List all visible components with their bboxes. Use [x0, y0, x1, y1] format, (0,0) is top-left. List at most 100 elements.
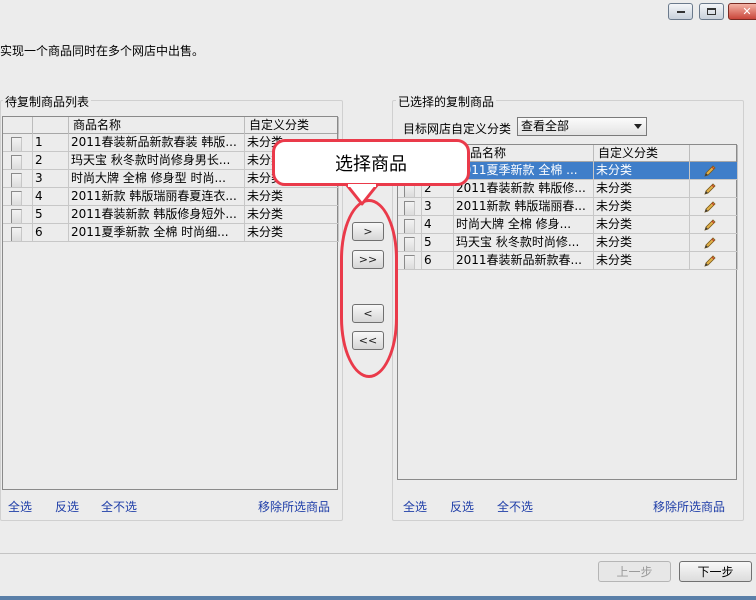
row-checkbox[interactable]	[11, 227, 22, 241]
right-invert-link[interactable]: 反选	[450, 498, 474, 515]
header-name[interactable]: 商品名称	[454, 145, 594, 162]
pencil-icon[interactable]	[703, 200, 717, 214]
row-product-name: 2011春装新款 韩版修身短外...	[69, 206, 245, 224]
row-edit-cell	[690, 198, 738, 216]
row-checkbox[interactable]	[404, 237, 415, 251]
row-category: 未分类	[594, 216, 690, 234]
close-button[interactable]: ✕	[728, 3, 756, 20]
minimize-icon	[676, 10, 685, 13]
row-index: 4	[33, 188, 69, 206]
close-icon: ✕	[742, 4, 752, 18]
pencil-icon[interactable]	[703, 182, 717, 196]
callout-text: 选择商品	[335, 153, 407, 175]
row-category: 未分类	[594, 162, 690, 180]
row-index: 3	[422, 198, 454, 216]
right-select-all-link[interactable]: 全选	[403, 498, 427, 515]
minimize-button[interactable]	[668, 3, 693, 20]
row-checkbox[interactable]	[11, 137, 22, 151]
row-category: 未分类	[245, 206, 339, 224]
row-product-name: 2011夏季新款 全棉 时尚细...	[69, 224, 245, 242]
table-row[interactable]: 5 2011春装新款 韩版修身短外... 未分类	[3, 206, 339, 224]
maximize-button[interactable]	[699, 3, 724, 20]
row-checkbox-cell	[398, 198, 422, 216]
row-edit-cell	[690, 180, 738, 198]
row-checkbox-cell	[3, 170, 33, 188]
row-checkbox[interactable]	[404, 219, 415, 233]
row-edit-cell	[690, 216, 738, 234]
row-product-name: 玛天宝 秋冬款时尚修...	[454, 234, 594, 252]
title-bar	[0, 0, 756, 25]
row-index: 6	[422, 252, 454, 270]
row-checkbox[interactable]	[404, 201, 415, 215]
header-category[interactable]: 自定义分类	[245, 117, 339, 134]
table-row[interactable]: 4 时尚大牌 全棉 修身... 未分类	[398, 216, 738, 234]
row-checkbox-cell	[398, 252, 422, 270]
row-checkbox[interactable]	[11, 173, 22, 187]
pencil-icon[interactable]	[703, 218, 717, 232]
row-product-name: 2011春装新款 韩版修...	[454, 180, 594, 198]
table-row[interactable]: 4 2011新款 韩版瑞丽春夏连衣... 未分类	[3, 188, 339, 206]
header-edit-col	[690, 145, 738, 162]
row-index: 3	[33, 170, 69, 188]
table-row[interactable]: 6 2011夏季新款 全棉 时尚细... 未分类	[3, 224, 339, 242]
row-checkbox[interactable]	[404, 255, 415, 269]
row-category: 未分类	[245, 188, 339, 206]
prev-step-button[interactable]: 上一步	[598, 561, 671, 582]
callout-tail	[344, 184, 380, 206]
instruction-text: 实现一个商品同时在多个网店中出售。	[0, 44, 205, 58]
target-category-label: 目标网店自定义分类	[403, 122, 512, 136]
maximize-icon	[707, 8, 716, 15]
header-name[interactable]: 商品名称	[69, 117, 245, 134]
row-index: 1	[33, 134, 69, 152]
row-product-name: 时尚大牌 全棉 修身...	[454, 216, 594, 234]
right-remove-selected-link[interactable]: 移除所选商品	[653, 498, 725, 515]
highlight-oval	[340, 199, 398, 378]
left-remove-selected-link[interactable]: 移除所选商品	[258, 498, 330, 515]
row-checkbox[interactable]	[11, 209, 22, 223]
row-checkbox[interactable]	[11, 191, 22, 205]
selected-products-table: 商品名称 自定义分类 12011夏季新款 全棉 ...未分类22011春装新款 …	[397, 144, 738, 480]
footer-divider	[0, 553, 756, 554]
table-row[interactable]: 3 2011新款 韩版瑞丽春... 未分类	[398, 198, 738, 216]
row-product-name: 时尚大牌 全棉 修身型 时尚...	[69, 170, 245, 188]
row-index: 5	[422, 234, 454, 252]
window-bottom-edge	[0, 596, 756, 600]
left-select-all-link[interactable]: 全选	[8, 498, 32, 515]
row-checkbox[interactable]	[11, 155, 22, 169]
row-edit-cell	[690, 234, 738, 252]
pencil-icon[interactable]	[703, 164, 717, 178]
row-checkbox-cell	[3, 206, 33, 224]
table-header: 商品名称 自定义分类	[3, 117, 339, 134]
target-category-value: 查看全部	[521, 119, 570, 133]
source-products-title: 待复制商品列表	[3, 93, 92, 110]
left-select-none-link[interactable]: 全不选	[101, 498, 137, 515]
row-product-name: 2011新款 韩版瑞丽春...	[454, 198, 594, 216]
row-product-name: 2011春装新品新款春...	[454, 252, 594, 270]
row-edit-cell	[690, 252, 738, 270]
table-row[interactable]: 6 2011春装新品新款春... 未分类	[398, 252, 738, 270]
row-index: 6	[33, 224, 69, 242]
next-step-button[interactable]: 下一步	[679, 561, 752, 582]
header-checkbox-col	[3, 117, 33, 134]
row-index: 2	[33, 152, 69, 170]
right-select-none-link[interactable]: 全不选	[497, 498, 533, 515]
row-category: 未分类	[594, 252, 690, 270]
pencil-icon[interactable]	[703, 236, 717, 250]
row-category: 未分类	[245, 224, 339, 242]
row-index: 4	[422, 216, 454, 234]
row-checkbox-cell	[3, 224, 33, 242]
header-category[interactable]: 自定义分类	[594, 145, 690, 162]
row-category: 未分类	[594, 198, 690, 216]
row-checkbox-cell	[3, 188, 33, 206]
row-product-name: 2011夏季新款 全棉 ...	[454, 162, 594, 180]
selected-products-title: 已选择的复制商品	[396, 93, 497, 110]
table-row[interactable]: 5 玛天宝 秋冬款时尚修... 未分类	[398, 234, 738, 252]
pencil-icon[interactable]	[703, 254, 717, 268]
row-category: 未分类	[594, 234, 690, 252]
row-category: 未分类	[594, 180, 690, 198]
row-checkbox-cell	[3, 134, 33, 152]
target-category-select[interactable]: 查看全部	[517, 117, 647, 136]
row-index: 5	[33, 206, 69, 224]
row-product-name: 2011春装新品新款春装 韩版...	[69, 134, 245, 152]
left-invert-link[interactable]: 反选	[55, 498, 79, 515]
